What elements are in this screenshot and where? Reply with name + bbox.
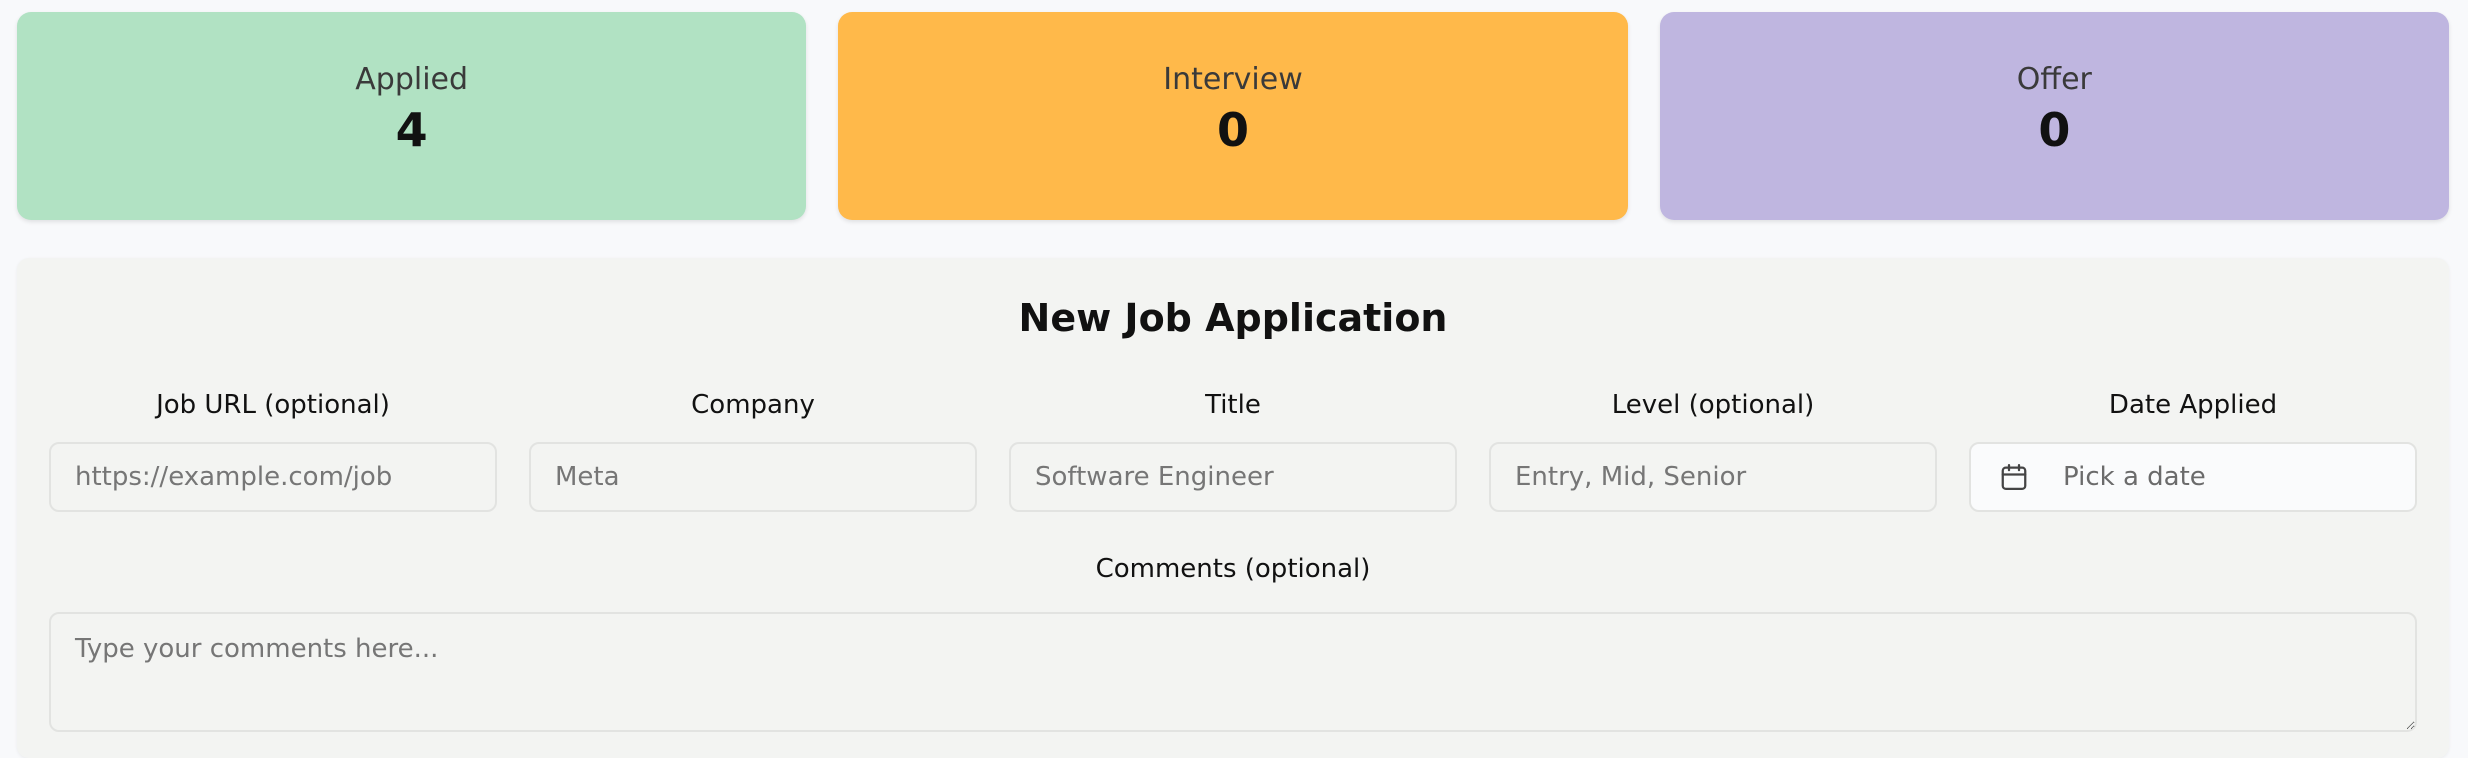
date-picker-button[interactable]: Pick a date [1969, 442, 2417, 512]
field-job-url: Job URL (optional) [49, 388, 497, 512]
comments-label: Comments (optional) [1095, 554, 1371, 584]
stat-value-offer: 0 [2038, 102, 2071, 157]
field-title: Title [1009, 388, 1457, 512]
company-label: Company [691, 390, 815, 420]
company-input[interactable] [529, 442, 977, 512]
stat-card-interview: Interview 0 [838, 12, 1628, 220]
calendar-icon [1999, 462, 2029, 492]
title-label: Title [1205, 390, 1261, 420]
stat-value-applied: 4 [395, 102, 428, 157]
date-applied-label: Date Applied [2108, 390, 2278, 420]
form-title: New Job Application [1018, 296, 1448, 340]
comments-textarea[interactable] [49, 612, 2417, 732]
job-url-label: Job URL (optional) [156, 390, 390, 420]
form-fields-row: Job URL (optional) Company Title Level (… [49, 388, 2417, 512]
field-level: Level (optional) [1489, 388, 1937, 512]
date-picker-placeholder: Pick a date [2063, 462, 2206, 492]
title-input[interactable] [1009, 442, 1457, 512]
stat-label-interview: Interview [1163, 61, 1303, 97]
stat-card-applied: Applied 4 [17, 12, 807, 220]
stat-label-offer: Offer [2016, 61, 2092, 97]
stats-row: Applied 4 Interview 0 Offer 0 [17, 12, 2449, 220]
level-label: Level (optional) [1611, 390, 1815, 420]
level-input[interactable] [1489, 442, 1937, 512]
stat-label-applied: Applied [355, 61, 469, 97]
field-date-applied: Date Applied Pick a date [1969, 388, 2417, 512]
stat-value-interview: 0 [1216, 102, 1249, 157]
job-url-input[interactable] [49, 442, 497, 512]
stat-card-offer: Offer 0 [1659, 12, 2449, 220]
new-job-application-form: New Job Application Job URL (optional) C… [17, 258, 2449, 758]
field-company: Company [529, 388, 977, 512]
